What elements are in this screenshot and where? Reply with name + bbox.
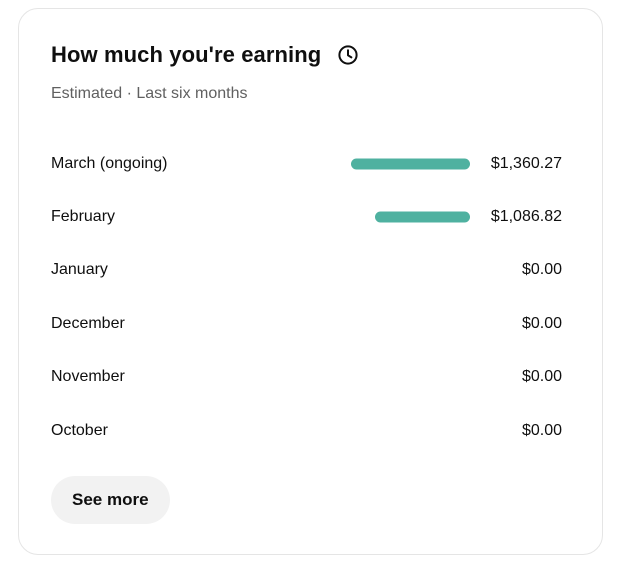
earnings-value: $1,360.27: [490, 154, 562, 172]
earnings-row: February $1,086.82: [51, 190, 562, 243]
earnings-value: $1,086.82: [490, 208, 562, 226]
month-label: December: [51, 314, 125, 332]
month-label: February: [51, 208, 116, 226]
earnings-value: $0.00: [521, 261, 562, 279]
earnings-value: $0.00: [521, 421, 562, 439]
see-more-button[interactable]: See more: [51, 476, 170, 524]
earnings-card: How much you're earning Estimated · Last…: [18, 8, 603, 555]
earnings-row: October $0.00: [51, 404, 562, 457]
earnings-bar: [351, 158, 470, 170]
earnings-value: $0.00: [521, 314, 562, 332]
earnings-row: December $0.00: [51, 297, 562, 350]
card-subtitle: Estimated · Last six months: [51, 85, 248, 102]
month-label: October: [51, 421, 108, 439]
earnings-list: March (ongoing) $1,360.27 February $1,08…: [51, 137, 562, 457]
month-label: January: [51, 261, 108, 279]
earnings-row: January $0.00: [51, 244, 562, 297]
earnings-row: November $0.00: [51, 351, 562, 404]
month-label: March (ongoing): [51, 154, 168, 172]
earnings-row: March (ongoing) $1,360.27: [51, 137, 562, 190]
clock-icon[interactable]: [337, 44, 359, 66]
card-header: How much you're earning Estimated · Last…: [51, 39, 570, 103]
earnings-bar: [374, 211, 470, 223]
card-title: How much you're earning: [51, 42, 322, 67]
title-row: How much you're earning: [51, 39, 570, 71]
month-label: November: [51, 368, 125, 386]
earnings-value: $0.00: [521, 368, 562, 386]
